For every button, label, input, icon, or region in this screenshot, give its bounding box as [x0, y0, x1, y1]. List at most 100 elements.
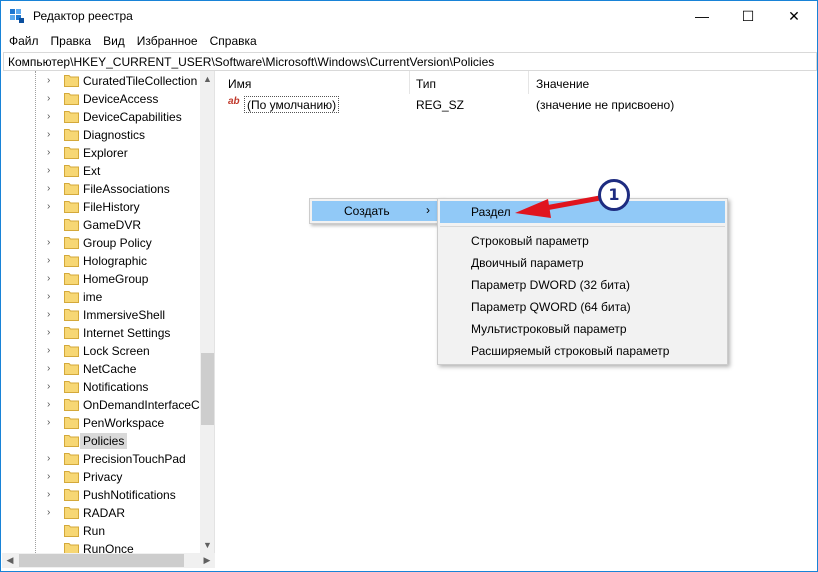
menu-item-create[interactable]: Создать ›: [312, 201, 441, 221]
expand-chevron-icon[interactable]: ›: [47, 201, 57, 213]
column-header-type[interactable]: Тип: [408, 71, 528, 94]
scroll-thumb[interactable]: [201, 353, 214, 425]
minimize-button[interactable]: —: [679, 1, 725, 31]
key-tree[interactable]: › CuratedTileCollection › DeviceAccess › Devi…: [2, 71, 215, 553]
expand-chevron-icon[interactable]: ›: [47, 291, 57, 303]
tree-item[interactable]: Policies: [2, 432, 200, 450]
tree-item[interactable]: › DeviceCapabilities: [2, 108, 200, 126]
tree-item[interactable]: › RADAR: [2, 504, 200, 522]
tree-horizontal-scrollbar[interactable]: ◀ ▶: [2, 553, 215, 568]
scroll-left-icon[interactable]: ◀: [2, 553, 18, 568]
tree-item[interactable]: › PrecisionTouchPad: [2, 450, 200, 468]
expand-chevron-icon[interactable]: ›: [47, 273, 57, 285]
column-header-data[interactable]: Значение: [528, 71, 816, 94]
expand-chevron-icon[interactable]: ›: [47, 75, 57, 87]
folder-icon: [64, 273, 79, 285]
tree-item[interactable]: › PushNotifications: [2, 486, 200, 504]
menu-item-binary-value[interactable]: Двоичный параметр: [440, 252, 725, 274]
scroll-up-icon[interactable]: ▲: [200, 71, 214, 87]
expand-chevron-icon[interactable]: ›: [47, 381, 57, 393]
tree-item[interactable]: › OnDemandInterfaceC: [2, 396, 200, 414]
menu-item-key[interactable]: Раздел: [440, 201, 725, 223]
tree-item[interactable]: › CuratedTileCollection: [2, 72, 200, 90]
expand-chevron-icon[interactable]: ›: [47, 93, 57, 105]
expand-chevron-icon[interactable]: ›: [47, 129, 57, 141]
expand-chevron-icon[interactable]: ›: [47, 255, 57, 267]
scroll-right-icon[interactable]: ▶: [199, 553, 215, 568]
tree-vertical-scrollbar[interactable]: ▲ ▼: [200, 71, 214, 553]
tree-item[interactable]: › NetCache: [2, 360, 200, 378]
tree-item[interactable]: › DeviceAccess: [2, 90, 200, 108]
maximize-button[interactable]: ☐: [725, 1, 771, 31]
tree-item[interactable]: › HomeGroup: [2, 270, 200, 288]
tree-item-label: Group Policy: [83, 236, 152, 250]
expand-chevron-icon[interactable]: ›: [47, 417, 57, 429]
tree-item[interactable]: › Privacy: [2, 468, 200, 486]
horizontal-scroll-thumb[interactable]: [19, 554, 184, 567]
tree-item[interactable]: › Ext: [2, 162, 200, 180]
menu-favorites[interactable]: Избранное: [131, 31, 204, 51]
menu-item-qword-value[interactable]: Параметр QWORD (64 бита): [440, 296, 725, 318]
column-header-name[interactable]: Имя: [220, 71, 410, 94]
expand-chevron-icon[interactable]: ›: [47, 399, 57, 411]
expand-chevron-icon[interactable]: ›: [47, 507, 57, 519]
expand-chevron-icon[interactable]: ›: [47, 147, 57, 159]
menu-help[interactable]: Справка: [204, 31, 263, 51]
folder-icon: [64, 111, 79, 123]
tree-item[interactable]: › Holographic: [2, 252, 200, 270]
tree-item[interactable]: RunOnce: [2, 540, 200, 553]
tree-item-label: Explorer: [83, 146, 128, 160]
menu-item-expandable-string-value[interactable]: Расширяемый строковый параметр: [440, 340, 725, 362]
expand-chevron-icon[interactable]: ›: [47, 309, 57, 321]
expand-chevron-icon[interactable]: ›: [47, 453, 57, 465]
menu-file[interactable]: Файл: [1, 31, 45, 51]
expand-chevron-icon[interactable]: ›: [47, 489, 57, 501]
tree-item[interactable]: › PenWorkspace: [2, 414, 200, 432]
menu-item-label: Создать: [344, 204, 390, 218]
folder-icon: [64, 525, 79, 537]
folder-icon: [64, 453, 79, 465]
expand-chevron-icon[interactable]: ›: [47, 363, 57, 375]
value-row[interactable]: ab (По умолчанию) REG_SZ (значение не пр…: [220, 95, 816, 113]
address-bar[interactable]: Компьютер\HKEY_CURRENT_USER\Software\Mic…: [3, 52, 817, 71]
folder-icon: [64, 309, 79, 321]
tree-item[interactable]: › ime: [2, 288, 200, 306]
folder-icon: [64, 417, 79, 429]
expand-chevron-icon[interactable]: ›: [47, 471, 57, 483]
tree-item[interactable]: › Diagnostics: [2, 126, 200, 144]
menu-view[interactable]: Вид: [97, 31, 131, 51]
title-bar[interactable]: Редактор реестра — ☐ ✕: [1, 1, 817, 31]
menu-item-label: Раздел: [471, 205, 511, 219]
expand-chevron-icon[interactable]: ›: [47, 183, 57, 195]
tree-item-label: Lock Screen: [83, 344, 150, 358]
tree-item[interactable]: › Lock Screen: [2, 342, 200, 360]
menu-item-multistring-value[interactable]: Мультистроковый параметр: [440, 318, 725, 340]
registry-editor-icon: [10, 9, 24, 23]
menu-item-dword-value[interactable]: Параметр DWORD (32 бита): [440, 274, 725, 296]
close-button[interactable]: ✕: [771, 1, 817, 31]
tree-item[interactable]: › Notifications: [2, 378, 200, 396]
tree-item[interactable]: Run: [2, 522, 200, 540]
expand-chevron-icon[interactable]: ›: [47, 327, 57, 339]
expand-chevron-icon[interactable]: ›: [47, 111, 57, 123]
address-path: Компьютер\HKEY_CURRENT_USER\Software\Mic…: [8, 55, 495, 69]
tree-item-label: Holographic: [83, 254, 148, 268]
scroll-down-icon[interactable]: ▼: [200, 537, 214, 553]
tree-item[interactable]: › Internet Settings: [2, 324, 200, 342]
tree-item-label: Privacy: [83, 470, 123, 484]
tree-item-label: ImmersiveShell: [83, 308, 166, 322]
tree-item[interactable]: › FileAssociations: [2, 180, 200, 198]
menu-item-string-value[interactable]: Строковый параметр: [440, 230, 725, 252]
tree-item-label: PushNotifications: [83, 488, 176, 502]
tree-item[interactable]: › Explorer: [2, 144, 200, 162]
menu-edit[interactable]: Правка: [45, 31, 98, 51]
tree-item[interactable]: › FileHistory: [2, 198, 200, 216]
expand-chevron-icon[interactable]: ›: [47, 345, 57, 357]
tree-item[interactable]: GameDVR: [2, 216, 200, 234]
tree-item[interactable]: › ImmersiveShell: [2, 306, 200, 324]
tree-item[interactable]: › Group Policy: [2, 234, 200, 252]
folder-icon: [64, 291, 79, 303]
expand-chevron-icon[interactable]: ›: [47, 237, 57, 249]
expand-chevron-icon[interactable]: ›: [47, 165, 57, 177]
folder-icon: [64, 543, 79, 553]
